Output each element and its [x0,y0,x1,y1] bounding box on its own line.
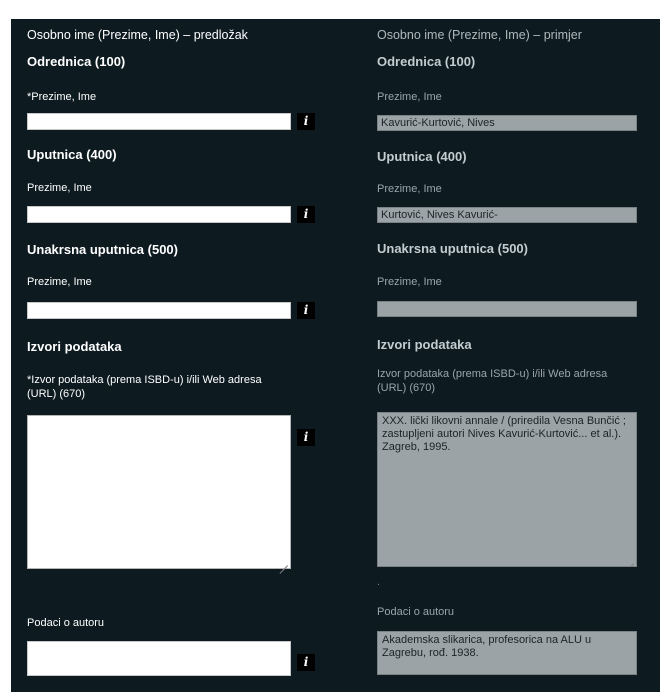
example-section-sources-heading: Izvori podataka [377,337,472,352]
example-sources-text: XXX. lički likovni annale / (priredila V… [382,415,626,453]
section-ref-heading: Uputnica (400) [27,147,117,162]
example-main-name-field: Kavurić-Kurtović, Nives [377,115,637,131]
example-title: Osobno ime (Prezime, Ime) – primjer [377,28,582,42]
sources-textarea[interactable] [27,415,291,569]
example-ref-name-label: Prezime, Ime [377,183,442,195]
resize-grip-icon [626,556,634,564]
example-main-name-label: Prezime, Ime [377,91,442,103]
resize-grip-icon[interactable] [280,558,288,566]
info-icon[interactable]: i [297,429,315,446]
example-section-ref-heading: Uputnica (400) [377,149,467,164]
main-name-input[interactable] [27,113,291,130]
example-cross-name-field [377,301,637,317]
author-textarea[interactable] [27,641,291,676]
info-icon[interactable]: i [297,654,315,671]
example-author-label: Podaci o autoru [377,606,455,618]
example-ref-name-field: Kurtović, Nives Kavurić- [377,207,637,223]
cross-name-input[interactable] [27,302,291,319]
info-icon[interactable]: i [297,302,315,319]
separator-dot: . [377,576,381,588]
example-section-cross-heading: Unakrsna uputnica (500) [377,241,528,256]
ref-name-label: Prezime, Ime [27,182,92,194]
author-label: Podaci o autoru [27,617,105,629]
section-main-heading: Odrednica (100) [27,54,126,69]
info-icon[interactable]: i [297,113,315,130]
example-section-main-heading: Odrednica (100) [377,54,476,69]
example-author-field: Akademska slikarica, profesorica na ALU … [377,631,637,675]
example-sources-field: XXX. lički likovni annale / (priredila V… [377,412,637,567]
section-cross-heading: Unakrsna uputnica (500) [27,242,178,257]
section-sources-heading: Izvori podataka [27,339,122,354]
form-panel: Osobno ime (Prezime, Ime) – predložak Od… [11,19,660,692]
example-cross-name-label: Prezime, Ime [377,276,442,288]
main-name-label: *Prezime, Ime [27,91,97,103]
example-sources-label: Izvor podataka (prema ISBD-u) i/ili Web … [377,368,608,394]
ref-name-input[interactable] [27,206,291,223]
template-title: Osobno ime (Prezime, Ime) – predložak [27,28,248,42]
info-icon[interactable]: i [297,206,315,223]
cross-name-label: Prezime, Ime [27,276,92,288]
sources-label: *Izvor podataka (prema ISBD-u) i/ili Web… [27,374,262,400]
